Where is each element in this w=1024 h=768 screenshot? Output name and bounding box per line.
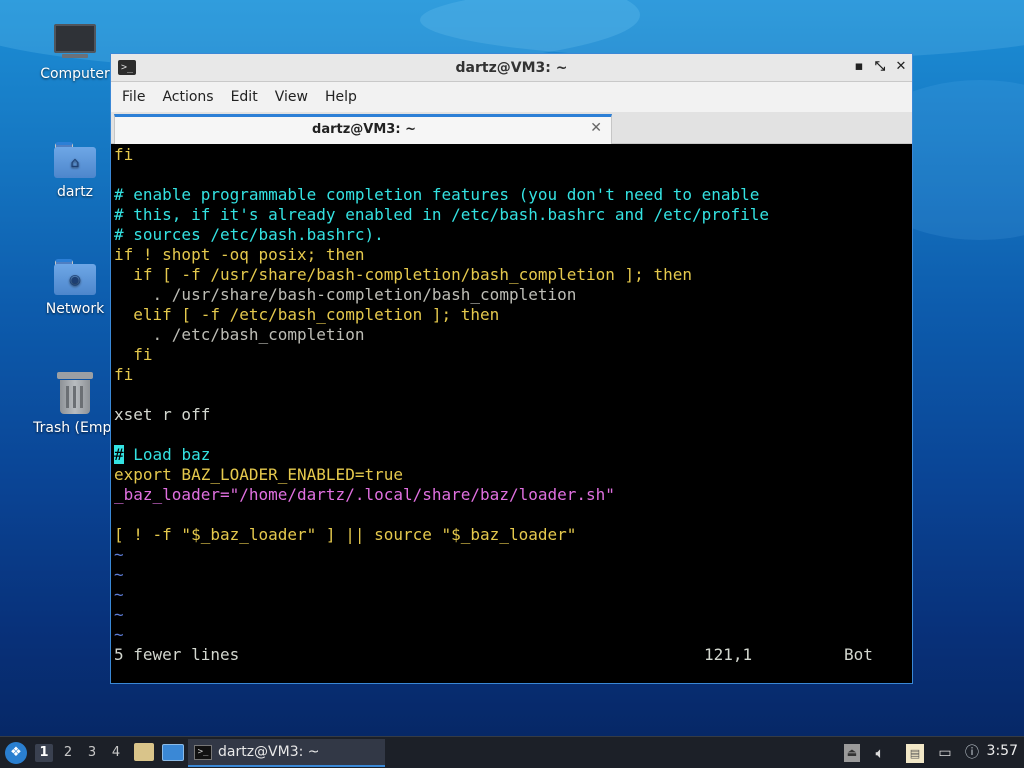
menu-actions[interactable]: Actions — [162, 89, 213, 105]
menu-help[interactable]: Help — [325, 89, 357, 105]
empty-buffer-line: ~ — [114, 585, 124, 604]
menu-file[interactable]: File — [122, 89, 145, 105]
workspace-4[interactable]: 4 — [107, 744, 125, 762]
file-manager-icon[interactable] — [134, 743, 154, 761]
update-notifier-icon[interactable]: ⓘ — [962, 743, 982, 763]
menu-bar: File Actions Edit View Help — [111, 82, 912, 112]
terminal-line: # this, if it's already enabled in /etc/… — [114, 205, 770, 224]
terminal-line: fi — [114, 365, 134, 384]
terminal-window: >_ dartz@VM3: ~ ▪ ⤡ ✕ File Actions Edit … — [110, 53, 913, 684]
close-button[interactable]: ✕ — [893, 59, 909, 75]
text-cursor: # — [114, 445, 124, 464]
terminal-line: # enable programmable completion feature… — [114, 185, 760, 204]
terminal-line: export BAZ_LOADER_ENABLED=true — [114, 465, 403, 484]
computer-icon — [54, 24, 96, 60]
clipboard-icon[interactable]: ▤ — [906, 744, 924, 763]
empty-buffer-line: ~ — [114, 605, 124, 624]
taskbar-task-terminal[interactable]: >_ dartz@VM3: ~ — [188, 739, 385, 767]
vim-status-message: 5 fewer lines — [114, 645, 240, 664]
vim-scroll-indicator: Bot — [844, 645, 873, 664]
terminal-line: [ ! -f "$_baz_loader" ] || source "$_baz… — [114, 525, 577, 544]
tab-label: dartz@VM3: ~ — [312, 122, 416, 137]
tab-close-icon[interactable]: ✕ — [590, 120, 602, 136]
menu-edit[interactable]: Edit — [231, 89, 258, 105]
window-titlebar[interactable]: >_ dartz@VM3: ~ ▪ ⤡ ✕ — [111, 54, 912, 82]
menu-view[interactable]: View — [275, 89, 308, 105]
terminal-output[interactable]: fi # enable programmable completion feat… — [114, 145, 909, 680]
empty-buffer-line: ~ — [114, 565, 124, 584]
terminal-line: _baz_loader="/home/dartz/.local/share/ba… — [114, 485, 615, 504]
terminal-line: . /etc/bash_completion — [114, 325, 365, 344]
volume-icon[interactable]: 🔈︎ — [870, 743, 890, 763]
task-label: dartz@VM3: ~ — [218, 744, 320, 760]
home-folder-icon: ⌂ — [54, 142, 96, 178]
network-folder-icon: ◉ — [54, 259, 96, 295]
clock[interactable]: 3:57 — [987, 743, 1018, 759]
workspace-2[interactable]: 2 — [59, 744, 77, 762]
terminal-line: if [ -f /usr/share/bash-completion/bash_… — [114, 265, 692, 284]
terminal-icon: >_ — [194, 745, 212, 760]
terminal-line: xset r off — [114, 405, 211, 424]
terminal-tab[interactable]: dartz@VM3: ~ ✕ — [114, 114, 612, 144]
vim-cursor-position: 121,1 — [704, 645, 753, 664]
workspace-1[interactable]: 1 — [35, 744, 53, 762]
terminal-line: fi — [114, 145, 134, 164]
show-desktop-icon[interactable] — [162, 744, 184, 761]
minimize-button[interactable]: ▪ — [851, 59, 867, 75]
lxqt-menu-icon[interactable]: ❖ — [5, 742, 27, 764]
terminal-line: . /usr/share/bash-completion/bash_comple… — [114, 285, 577, 304]
empty-buffer-line: ~ — [114, 625, 124, 644]
terminal-line-cursor: # Load baz — [114, 445, 211, 464]
window-title: dartz@VM3: ~ — [455, 60, 568, 76]
eject-icon[interactable]: ⏏ — [844, 744, 860, 762]
terminal-line: elif [ -f /etc/bash_completion ]; then — [114, 305, 500, 324]
taskbar: ❖ 1 2 3 4 >_ dartz@VM3: ~ ⏏ 🔈︎ ▤ ▭ ⓘ 3:5… — [0, 736, 1024, 768]
terminal-line: fi — [114, 345, 153, 364]
trash-icon — [57, 372, 93, 414]
network-icon[interactable]: ▭ — [934, 743, 956, 763]
terminal-line: if ! shopt -oq posix; then — [114, 245, 365, 264]
empty-buffer-line: ~ — [114, 545, 124, 564]
terminal-line: # sources /etc/bash.bashrc). — [114, 225, 384, 244]
workspace-3[interactable]: 3 — [83, 744, 101, 762]
tab-bar: dartz@VM3: ~ ✕ — [111, 112, 912, 144]
maximize-button[interactable]: ⤡ — [872, 59, 888, 75]
